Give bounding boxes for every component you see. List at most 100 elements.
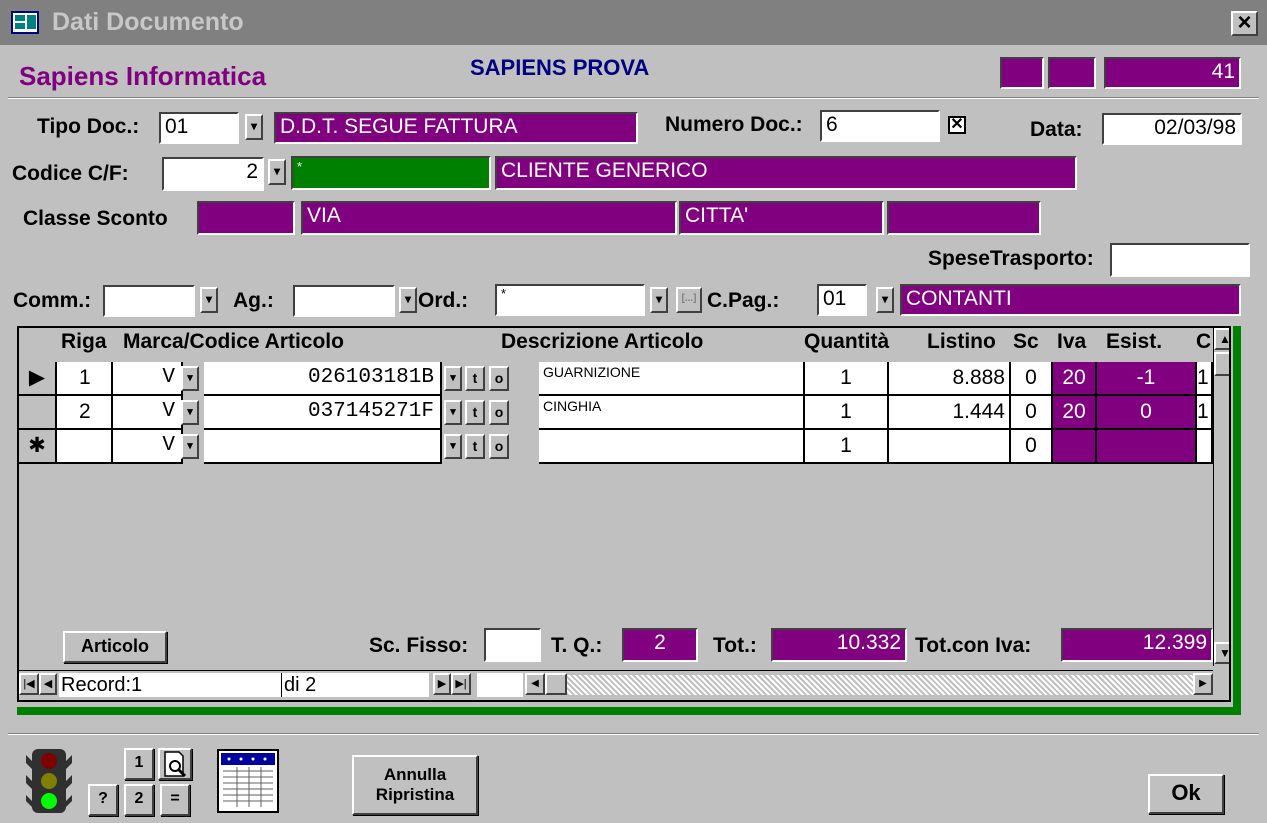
document-name: SAPIENS PROVA xyxy=(470,55,650,80)
vertical-scrollbar[interactable]: ▲ ▼ xyxy=(1213,328,1229,666)
cell-quantita[interactable]: 1 xyxy=(805,430,889,464)
codice-dropdown-button[interactable]: ▾ xyxy=(444,366,462,391)
scroll-up-arrow-icon[interactable]: ▲ xyxy=(1214,328,1229,350)
t-button[interactable]: t xyxy=(465,366,485,391)
cpag-field[interactable]: 01 xyxy=(817,284,867,316)
next-record-icon[interactable]: ▶ xyxy=(433,673,451,695)
cell-marca[interactable]: V xyxy=(113,362,183,396)
codice-cf-dropdown-button[interactable]: ▾ xyxy=(268,159,286,185)
codice-dropdown-button[interactable]: ▾ xyxy=(444,400,462,425)
grid-view-icon[interactable] xyxy=(217,749,279,813)
t-button[interactable]: t xyxy=(465,434,485,459)
table-row[interactable]: 2 V ▾ 037145271F ▾ t o CINGHIA 1 1.444 0… xyxy=(19,396,1213,430)
marca-dropdown-button[interactable]: ▾ xyxy=(181,400,199,425)
first-record-icon[interactable]: |◀ xyxy=(19,673,39,695)
record-label: Record: xyxy=(61,674,132,696)
comm-label: Comm.: xyxy=(13,289,92,312)
horizontal-scrollbar-track[interactable] xyxy=(567,675,1193,695)
page-1-button[interactable]: 1 xyxy=(124,748,154,780)
close-button[interactable]: × xyxy=(1231,11,1258,36)
scroll-right-arrow-icon[interactable]: ▶ xyxy=(1193,673,1213,695)
articolo-button[interactable]: Articolo xyxy=(63,631,167,663)
cliente-name: CLIENTE GENERICO xyxy=(495,156,1077,190)
cell-c[interactable] xyxy=(1197,430,1213,464)
ord-lookup-button[interactable]: [...] xyxy=(676,287,702,313)
table-row-new[interactable]: ✱ V ▾ ▾ t o 1 0 xyxy=(19,430,1213,464)
help-button[interactable]: ? xyxy=(88,784,118,816)
cell-codice[interactable]: 037145271F xyxy=(204,396,442,430)
cell-iva: 20 xyxy=(1053,362,1097,396)
cell-codice[interactable]: 026103181B xyxy=(204,362,442,396)
codice-cf-field[interactable]: 2 xyxy=(162,157,264,191)
status-box-2 xyxy=(1048,57,1096,89)
cell-quantita[interactable]: 1 xyxy=(805,362,889,396)
o-button[interactable]: o xyxy=(489,400,509,425)
annulla-ripristina-button[interactable]: Annulla Ripristina xyxy=(352,755,478,815)
cell-riga[interactable]: 2 xyxy=(57,396,113,430)
o-button[interactable]: o xyxy=(489,434,509,459)
last-record-icon[interactable]: ▶| xyxy=(451,673,471,695)
cpag-dropdown-button[interactable]: ▾ xyxy=(876,287,894,313)
document-checkbox[interactable]: ✕ xyxy=(948,116,966,134)
data-field[interactable]: 02/03/98 xyxy=(1102,113,1242,145)
ag-dropdown-button[interactable]: ▾ xyxy=(399,287,417,313)
t-button[interactable]: t xyxy=(465,400,485,425)
marca-dropdown-button[interactable]: ▾ xyxy=(181,366,199,391)
cell-riga[interactable]: 1 xyxy=(57,362,113,396)
equals-button[interactable]: = xyxy=(160,784,190,816)
sc-fisso-field[interactable] xyxy=(484,628,541,662)
scroll-thumb[interactable] xyxy=(1214,352,1229,376)
tipo-doc-dropdown-button[interactable]: ▾ xyxy=(245,114,263,140)
record-value[interactable]: 1 xyxy=(131,674,142,696)
marca-dropdown-button[interactable]: ▾ xyxy=(181,434,199,459)
ag-field[interactable] xyxy=(293,285,395,317)
codice-cf-code: * xyxy=(291,156,491,190)
spese-trasporto-field[interactable] xyxy=(1110,243,1250,277)
ord-dropdown-button[interactable]: ▾ xyxy=(650,287,668,313)
cell-quantita[interactable]: 1 xyxy=(805,396,889,430)
ord-field[interactable]: * xyxy=(495,284,645,316)
header-riga: Riga xyxy=(61,330,107,353)
page-2-button[interactable]: 2 xyxy=(124,784,154,816)
codice-dropdown-button[interactable]: ▾ xyxy=(444,434,462,459)
comm-dropdown-button[interactable]: ▾ xyxy=(200,287,218,313)
cell-listino[interactable]: 8.888 xyxy=(889,362,1011,396)
new-record-area[interactable] xyxy=(477,673,523,697)
scroll-left-arrow-icon[interactable]: ◀ xyxy=(525,673,545,695)
cell-c[interactable]: 1 xyxy=(1197,362,1213,396)
scroll-down-arrow-icon[interactable]: ▼ xyxy=(1214,642,1229,664)
traffic-light-icon[interactable] xyxy=(26,749,72,813)
cell-esist xyxy=(1097,430,1197,464)
provincia-field xyxy=(887,201,1041,235)
tipo-doc-field[interactable]: 01 xyxy=(159,112,239,144)
horizontal-scroll-thumb[interactable] xyxy=(545,673,567,695)
cell-riga[interactable] xyxy=(57,430,113,464)
ok-button[interactable]: Ok xyxy=(1148,774,1224,814)
cell-c[interactable]: 1 xyxy=(1197,396,1213,430)
print-preview-icon[interactable] xyxy=(158,748,192,780)
prev-record-icon[interactable]: ◀ xyxy=(39,673,57,695)
cell-descrizione[interactable] xyxy=(539,430,805,464)
cell-listino[interactable]: 1.444 xyxy=(889,396,1011,430)
numero-doc-field[interactable]: 6 xyxy=(820,110,940,142)
o-button[interactable]: o xyxy=(489,366,509,391)
tot-label: Tot.: xyxy=(713,634,757,657)
window-icon xyxy=(11,11,39,34)
cell-codice[interactable] xyxy=(204,430,442,464)
cell-listino[interactable] xyxy=(889,430,1011,464)
cell-descrizione[interactable]: CINGHIA xyxy=(539,396,805,430)
row-selector[interactable] xyxy=(19,396,57,430)
tot-iva-value: 12.399 xyxy=(1061,628,1213,662)
cell-sc[interactable]: 0 xyxy=(1011,430,1053,464)
tq-label: T. Q.: xyxy=(551,634,603,657)
table-row[interactable]: ▶ 1 V ▾ 026103181B ▾ t o GUARNIZIONE 1 8… xyxy=(19,362,1213,396)
cell-sc[interactable]: 0 xyxy=(1011,396,1053,430)
row-selector[interactable]: ▶ xyxy=(19,362,57,396)
comm-field[interactable] xyxy=(103,285,195,317)
cell-marca[interactable]: V xyxy=(113,396,183,430)
cell-sc[interactable]: 0 xyxy=(1011,362,1053,396)
cell-descrizione[interactable]: GUARNIZIONE xyxy=(539,362,805,396)
cell-marca[interactable]: V xyxy=(113,430,183,464)
row-selector[interactable]: ✱ xyxy=(19,430,57,464)
header-marca-codice: Marca/Codice Articolo xyxy=(123,330,344,353)
